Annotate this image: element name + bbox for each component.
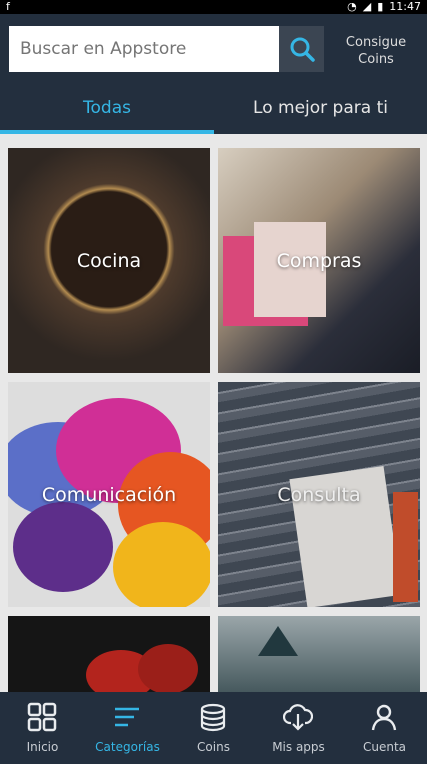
search-icon <box>290 37 315 62</box>
nav-label: Coins <box>197 740 230 754</box>
nav-categorias[interactable]: Categorías <box>85 692 170 764</box>
signal-icon: ◢ <box>362 0 372 13</box>
nav-label: Categorías <box>95 740 160 754</box>
app-header: Consigue Coins Todas Lo mejor para ti <box>0 14 427 134</box>
nav-cuenta[interactable]: Cuenta <box>342 692 427 764</box>
categories-icon <box>115 707 139 727</box>
nav-coins[interactable]: Coins <box>171 692 256 764</box>
bottom-navigation: Inicio Categorías Coins Mis apps Cuenta <box>0 692 427 764</box>
category-tile[interactable]: Cocina <box>8 148 210 373</box>
battery-icon: ▮ <box>377 0 384 13</box>
category-label <box>8 616 210 694</box>
category-tile[interactable] <box>218 616 420 694</box>
category-tile[interactable]: Consulta <box>218 382 420 607</box>
status-time: 11:47 <box>389 0 421 13</box>
category-label: Compras <box>276 249 362 272</box>
nav-label: Mis apps <box>272 740 325 754</box>
nav-label: Cuenta <box>362 740 407 754</box>
category-label: Comunicación <box>41 483 177 506</box>
facebook-icon: f <box>6 0 10 13</box>
category-tile[interactable]: Compras <box>218 148 420 373</box>
category-label <box>218 616 420 694</box>
account-icon <box>371 704 397 731</box>
search-button[interactable] <box>279 26 324 72</box>
status-bar: f ◔ ◢ ▮ 11:47 <box>0 0 427 14</box>
category-label: Consulta <box>277 483 361 506</box>
cloud-download-icon <box>283 704 313 731</box>
nav-inicio[interactable]: Inicio <box>0 692 85 764</box>
tab-all[interactable]: Todas <box>0 98 214 118</box>
category-grid: Cocina Compras Comunicación Consulta <box>8 148 420 694</box>
category-tile[interactable] <box>8 616 210 694</box>
grid-icon <box>27 702 57 732</box>
search-input[interactable] <box>9 26 279 72</box>
tab-best[interactable]: Lo mejor para ti <box>214 98 427 118</box>
tab-indicator <box>0 130 214 134</box>
coins-link[interactable]: Consigue Coins <box>336 34 416 68</box>
status-icons: ◔ ◢ ▮ 11:47 <box>347 0 421 13</box>
wifi-icon: ◔ <box>347 0 357 13</box>
category-tile[interactable]: Comunicación <box>8 382 210 607</box>
coins-icon <box>200 703 226 732</box>
category-label: Cocina <box>76 249 142 272</box>
nav-label: Inicio <box>26 740 59 754</box>
nav-mis-apps[interactable]: Mis apps <box>256 692 341 764</box>
